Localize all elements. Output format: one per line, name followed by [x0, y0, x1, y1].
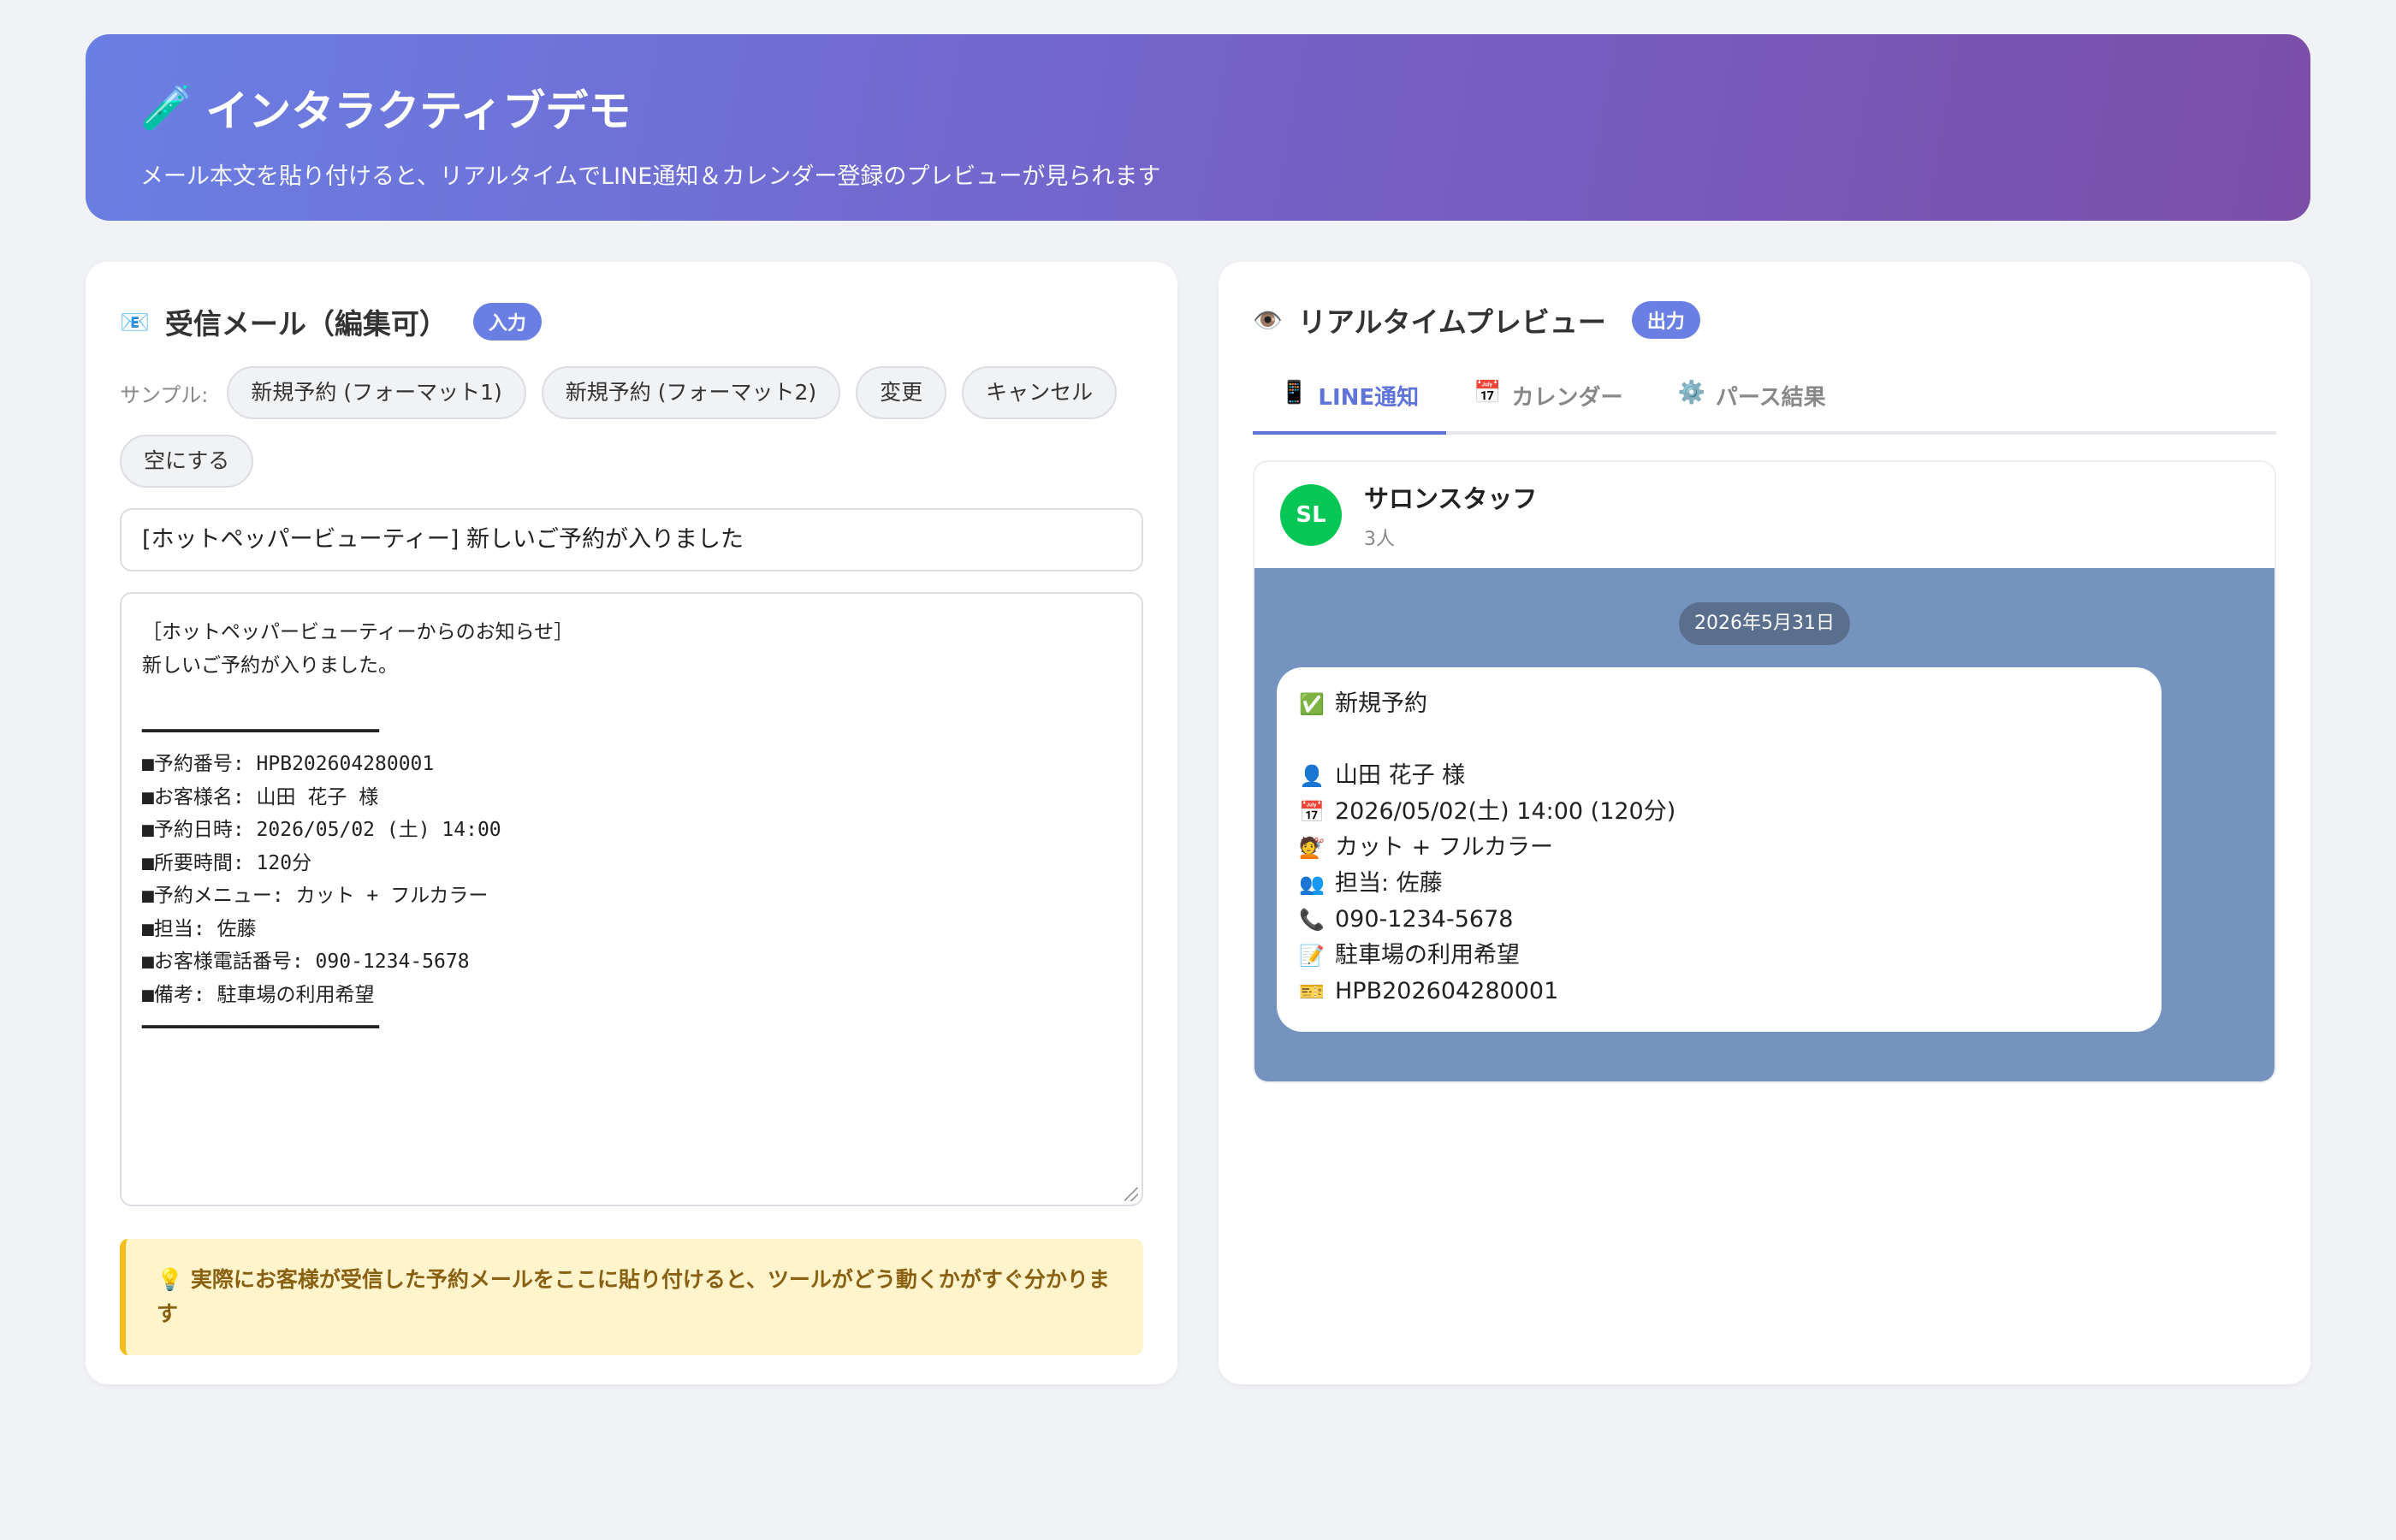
samples-label: サンプル:	[120, 382, 209, 407]
test-tube-icon: 🧪	[140, 82, 194, 133]
message-title: 新規予約	[1335, 690, 1427, 717]
subject-input[interactable]: [ホットペッパービューティー] 新しいご予約が入りました	[120, 508, 1143, 572]
calendar-icon: 📅	[1474, 380, 1502, 406]
menu: カット + フルカラー	[1335, 834, 1553, 861]
mail-icon: 📧	[120, 307, 150, 336]
group-name: サロンスタッフ	[1364, 484, 1538, 513]
sample-cancel-button[interactable]: キャンセル	[962, 366, 1118, 419]
output-badge: 出力	[1631, 301, 1700, 339]
sample-buttons: サンプル: 新規予約 (フォーマット1) 新規予約 (フォーマット2) 変更 キ…	[120, 366, 1143, 488]
phone-icon: 📞	[1299, 908, 1325, 932]
tab-parse[interactable]: ⚙️ パース結果	[1651, 370, 1853, 431]
remarks: 駐車場の利用希望	[1335, 942, 1520, 968]
tab-calendar-label: カレンダー	[1511, 385, 1623, 411]
list-item: 👤 山田 花子 様	[1299, 758, 2139, 794]
clear-button[interactable]: 空にする	[120, 435, 254, 488]
member-count: 3人	[1364, 529, 1395, 550]
staff: 担当: 佐藤	[1335, 870, 1443, 897]
mail-body-text: ［ホットペッパービューティーからのお知らせ］ 新しいご予約が入りました。 ━━━…	[142, 621, 574, 1039]
eye-icon: 👁️	[1253, 305, 1283, 335]
tab-line-label: LINE通知	[1318, 385, 1420, 411]
demo-header: 🧪 インタラクティブデモ メール本文を貼り付けると、リアルタイムでLINE通知＆…	[86, 34, 2310, 221]
sample-change-button[interactable]: 変更	[856, 366, 947, 419]
phone-number: 090-1234-5678	[1335, 906, 1514, 933]
input-card-title-row: 📧 受信メール（編集可） 入力	[120, 301, 1143, 342]
list-item: 📅 2026/05/02(土) 14:00 (120分)	[1299, 794, 2139, 830]
page-title: インタラクティブデモ	[205, 86, 632, 136]
line-preview: SL サロンスタッフ 3人 2026年5月31日 ✅ 新規予約 👤 山田 花子 …	[1253, 460, 2276, 1083]
message-title-row: ✅ 新規予約	[1299, 686, 2139, 722]
list-item: 📝 駐車場の利用希望	[1299, 938, 2139, 974]
sample-new-format1-button[interactable]: 新規予約 (フォーマット1)	[227, 366, 526, 419]
list-item: 💇 カット + フルカラー	[1299, 830, 2139, 866]
page-subtitle: メール本文を貼り付けると、リアルタイムでLINE通知＆カレンダー登録のプレビュー…	[140, 163, 1161, 190]
calendar-icon: 📅	[1299, 800, 1325, 824]
tab-calendar[interactable]: 📅 カレンダー	[1446, 370, 1650, 431]
date-divider: 2026年5月31日	[1679, 602, 1850, 645]
haircut-icon: 💇	[1299, 836, 1325, 860]
tab-line[interactable]: 📱 LINE通知	[1253, 370, 1447, 435]
customer-name: 山田 花子 様	[1335, 762, 1466, 789]
list-item: 📞 090-1234-5678	[1299, 902, 2139, 938]
input-card: 📧 受信メール（編集可） 入力 サンプル: 新規予約 (フォーマット1) 新規予…	[86, 262, 1177, 1384]
memo-icon: 📝	[1299, 944, 1325, 968]
message-bubble: ✅ 新規予約 👤 山田 花子 様 📅 2026/05/02(土) 14:00 (…	[1277, 667, 2162, 1032]
header-title-row: 🧪 インタラクティブデモ	[140, 77, 2256, 139]
ticket-icon: 🎫	[1299, 980, 1325, 1004]
preview-card-title-row: 👁️ リアルタイムプレビュー 出力	[1253, 299, 2276, 341]
person-icon: 👤	[1299, 764, 1325, 788]
sample-new-format2-button[interactable]: 新規予約 (フォーマット2)	[541, 366, 841, 419]
lightbulb-icon: 💡	[157, 1267, 184, 1292]
avatar: SL	[1280, 484, 1342, 546]
preview-card: 👁️ リアルタイムプレビュー 出力 📱 LINE通知 📅 カレンダー ⚙️ パー…	[1219, 262, 2310, 1384]
reservation-datetime: 2026/05/02(土) 14:00 (120分)	[1335, 798, 1676, 825]
preview-card-title: リアルタイムプレビュー	[1297, 305, 1606, 339]
input-badge: 入力	[472, 303, 542, 341]
tab-parse-label: パース結果	[1715, 385, 1826, 411]
gear-icon: ⚙️	[1677, 380, 1705, 406]
chat-area: 2026年5月31日 ✅ 新規予約 👤 山田 花子 様 📅 2026/05/02…	[1254, 568, 2274, 1081]
line-chat-header: SL サロンスタッフ 3人	[1254, 462, 2274, 568]
phone-icon: 📱	[1280, 380, 1308, 406]
input-card-title: 受信メール（編集可）	[164, 307, 448, 341]
preview-tabs: 📱 LINE通知 📅 カレンダー ⚙️ パース結果	[1253, 370, 2276, 435]
check-icon: ✅	[1299, 692, 1325, 716]
reservation-number: HPB202604280001	[1335, 978, 1559, 1004]
resize-handle-icon[interactable]	[1124, 1188, 1138, 1201]
list-item: 🎫 HPB202604280001	[1299, 974, 2139, 1010]
list-item: 👥 担当: 佐藤	[1299, 866, 2139, 902]
mail-body-textarea[interactable]: ［ホットペッパービューティーからのお知らせ］ 新しいご予約が入りました。 ━━━…	[120, 592, 1143, 1206]
people-icon: 👥	[1299, 872, 1325, 896]
tip-box: 💡 実際にお客様が受信した予約メールをここに貼り付けると、ツールがどう動くかがす…	[120, 1239, 1143, 1355]
tip-text: 実際にお客様が受信した予約メールをここに貼り付けると、ツールがどう動くかがすぐ分…	[157, 1267, 1110, 1326]
